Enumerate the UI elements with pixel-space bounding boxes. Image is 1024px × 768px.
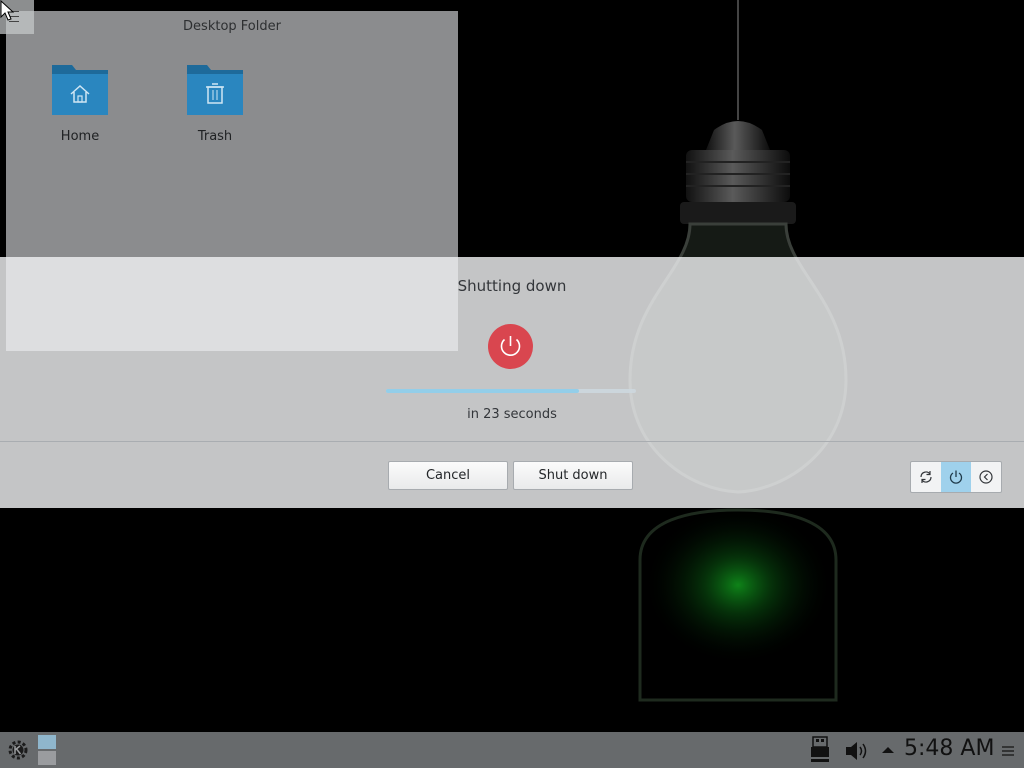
shutdown-action-button[interactable]: [941, 462, 971, 492]
countdown-progress-bar: [386, 389, 636, 393]
restart-icon: [920, 471, 932, 483]
countdown-text: in 23 seconds: [467, 407, 557, 422]
shutdown-power-icon: [488, 324, 533, 369]
mouse-cursor-icon: [0, 0, 14, 21]
dialog-title: Shutting down: [457, 277, 567, 295]
shut-down-button[interactable]: Shut down: [513, 461, 633, 490]
taskbar: 5:48 AM: [0, 732, 1024, 768]
desktop-item-home[interactable]: Home: [35, 61, 125, 144]
desktop-item-label: Home: [60, 129, 100, 144]
logout-icon: [979, 470, 993, 484]
shutdown-dialog: Shutting down in 23 seconds Cancel Shut …: [0, 257, 1024, 508]
power-icon: [949, 470, 963, 484]
tray-expand-arrow-icon[interactable]: [881, 745, 895, 755]
cancel-button[interactable]: Cancel: [388, 461, 508, 490]
application-launcher-icon[interactable]: [4, 736, 32, 764]
trash-folder-icon: [187, 65, 243, 115]
restart-action-button[interactable]: [911, 462, 941, 492]
volume-icon[interactable]: [844, 740, 870, 762]
dialog-divider: [0, 441, 1024, 442]
device-notifier-icon[interactable]: [810, 736, 830, 764]
pager-desktop-1[interactable]: [38, 735, 56, 749]
session-action-group: [910, 461, 1002, 493]
clock[interactable]: 5:48 AM: [904, 736, 994, 761]
panel-menu-icon[interactable]: [1001, 745, 1015, 757]
desktop-folder-title: Desktop Folder: [183, 19, 281, 34]
logout-action-button[interactable]: [971, 462, 1001, 492]
desktop-item-trash[interactable]: Trash: [170, 61, 260, 144]
pager-desktop-2[interactable]: [38, 751, 56, 765]
countdown-progress-fill: [386, 389, 579, 393]
home-folder-icon: [52, 65, 108, 115]
desktop-item-label: Trash: [197, 129, 233, 144]
